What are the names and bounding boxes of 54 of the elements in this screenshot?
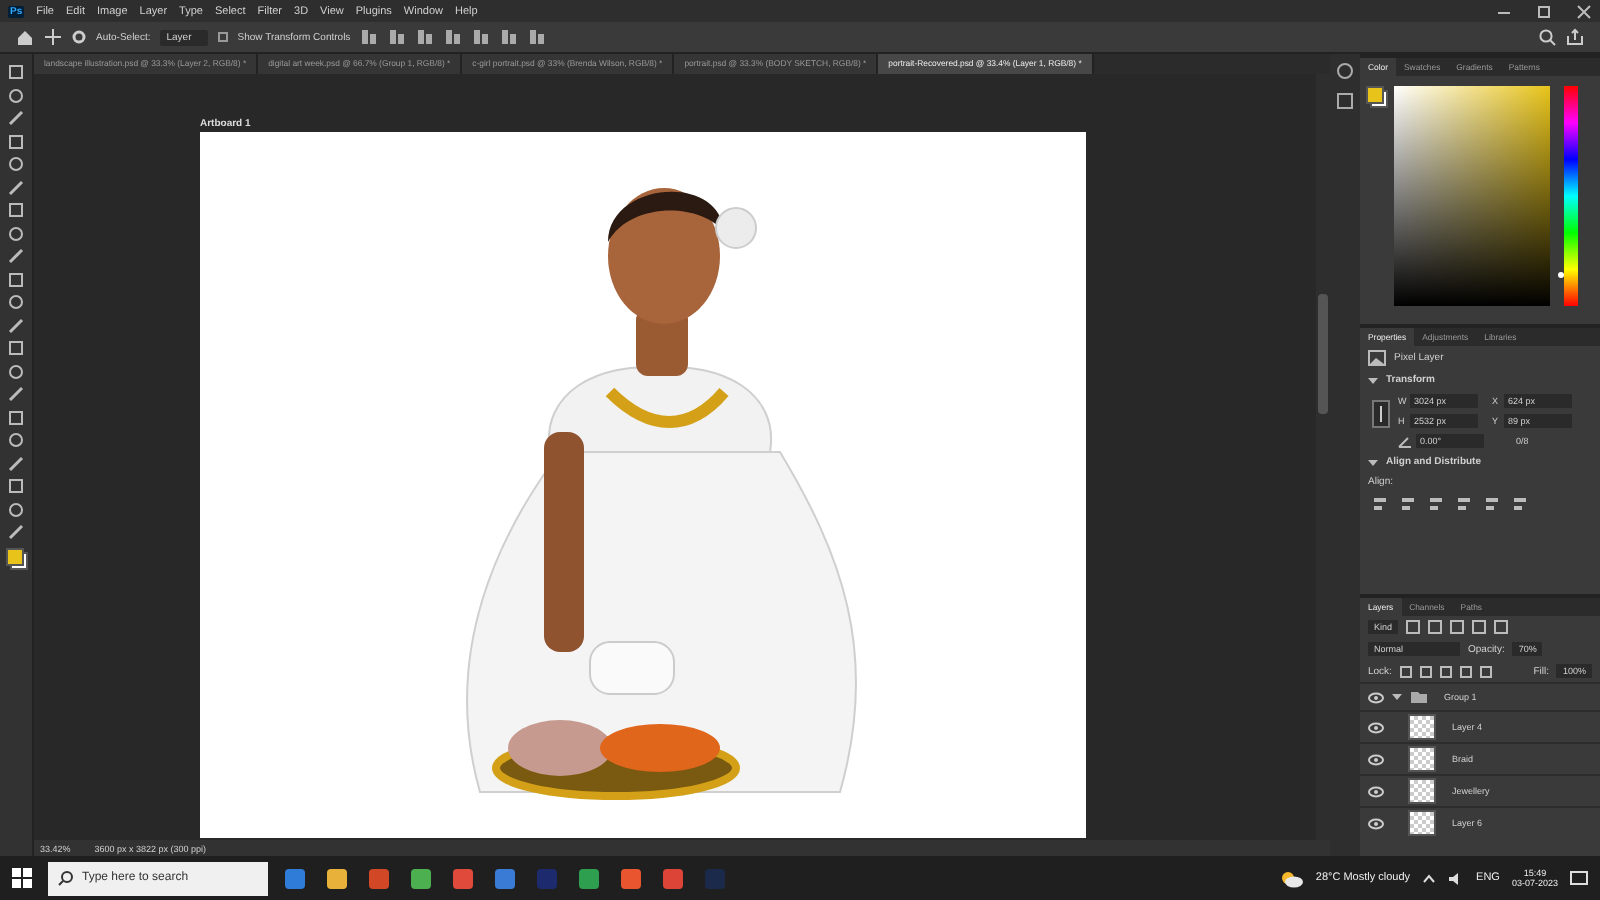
caret-icon[interactable] [1368,457,1378,467]
hue-slider-thumb[interactable] [1558,272,1564,279]
color-picker[interactable] [1394,86,1550,306]
app-icon[interactable] [494,867,516,889]
app-icon[interactable] [620,867,642,889]
layer-thumbnail [1408,778,1436,804]
notification-icon[interactable] [1570,869,1588,887]
link-icon[interactable] [1372,400,1390,428]
app-icon[interactable] [452,867,474,889]
gear-icon[interactable] [72,30,86,44]
color-swatches[interactable] [1366,86,1388,108]
image-icon [1368,350,1386,366]
eye-icon[interactable] [1368,691,1384,703]
align-icon[interactable] [1456,496,1472,512]
checkbox[interactable] [217,32,228,42]
layer-thumbnail [1408,746,1436,772]
eye-icon[interactable] [1368,721,1384,733]
search-icon[interactable] [1538,28,1556,46]
align-icon[interactable] [444,28,463,46]
caret-icon[interactable] [1422,873,1437,883]
app-icon[interactable] [662,867,684,889]
color-swatches[interactable] [5,547,27,569]
layer-thumbnail [1408,810,1436,836]
align-icon[interactable] [360,28,379,46]
align-icon[interactable] [472,28,491,46]
share-icon[interactable] [1566,28,1584,46]
layer-thumbnail [1408,714,1436,740]
restore-icon[interactable] [1536,3,1552,19]
align-icon[interactable] [528,28,547,46]
align-icon[interactable] [416,28,435,46]
folder-icon [1410,690,1428,704]
align-icon[interactable] [1428,496,1444,512]
align-icon[interactable] [388,28,407,46]
search-icon [58,870,74,886]
eye-icon[interactable] [1368,785,1384,797]
align-icon[interactable] [1512,496,1528,512]
caret-icon[interactable] [1368,375,1378,385]
caret-icon[interactable] [1392,692,1402,702]
align-icon[interactable] [1372,496,1388,512]
app-icon[interactable] [578,867,600,889]
home-icon[interactable] [16,28,34,46]
align-icon[interactable] [1484,496,1500,512]
app-icon[interactable] [326,867,348,889]
angle-icon [1398,435,1412,447]
app-icon[interactable] [368,867,390,889]
close-icon[interactable] [1576,3,1592,19]
app-icon[interactable] [410,867,432,889]
cloud-icon [1279,869,1304,887]
eye-icon[interactable] [1368,817,1384,829]
align-icon[interactable] [1400,496,1416,512]
app-icon[interactable] [284,867,306,889]
eye-icon[interactable] [1368,753,1384,765]
align-icon[interactable] [500,28,519,46]
windows-logo-icon[interactable] [12,868,32,888]
